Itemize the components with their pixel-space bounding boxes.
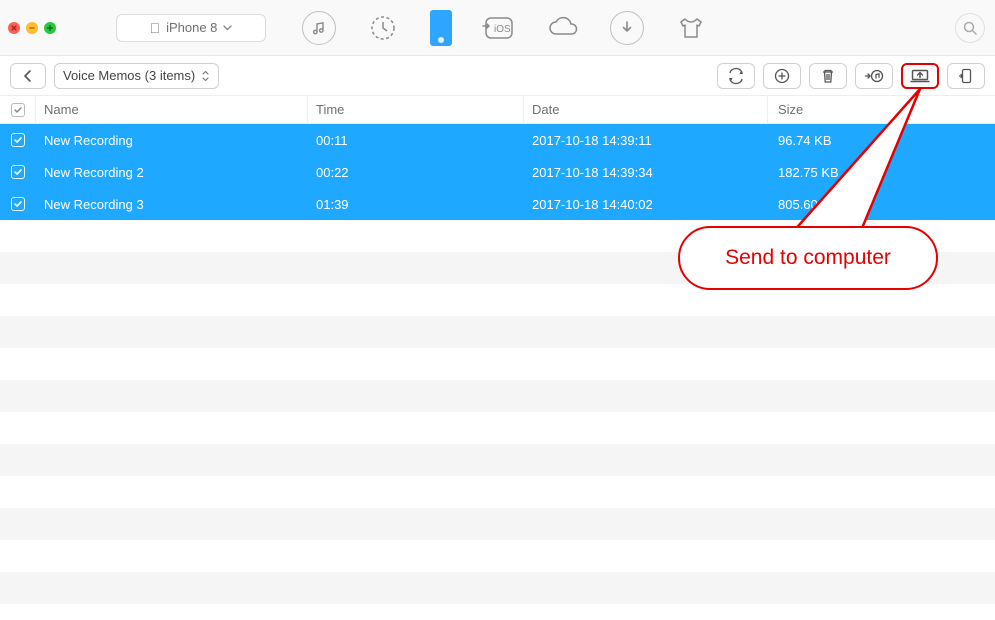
row-size: 96.74 KB bbox=[768, 124, 995, 156]
device-selector[interactable]:  iPhone 8 bbox=[116, 14, 266, 42]
device-tab-icon[interactable] bbox=[430, 10, 452, 46]
row-time: 01:39 bbox=[308, 188, 524, 220]
add-button[interactable] bbox=[763, 63, 801, 89]
search-button[interactable] bbox=[955, 13, 985, 43]
back-button[interactable] bbox=[10, 63, 46, 89]
row-date: 2017-10-18 14:39:34 bbox=[524, 156, 768, 188]
action-buttons bbox=[717, 63, 985, 89]
close-window-button[interactable] bbox=[8, 22, 20, 34]
download-icon[interactable] bbox=[610, 11, 644, 45]
row-date: 2017-10-18 14:39:11 bbox=[524, 124, 768, 156]
breadcrumb[interactable]: Voice Memos (3 items) bbox=[54, 63, 219, 89]
to-device-button[interactable] bbox=[947, 63, 985, 89]
table-row[interactable]: New Recording00:112017-10-18 14:39:1196.… bbox=[0, 124, 995, 156]
svg-text:iOS: iOS bbox=[494, 24, 511, 35]
nav-icons: iOS bbox=[302, 10, 708, 46]
music-icon[interactable] bbox=[302, 11, 336, 45]
table-header: Name Time Date Size bbox=[0, 96, 995, 124]
select-all-checkbox[interactable] bbox=[0, 96, 36, 123]
breadcrumb-label: Voice Memos (3 items) bbox=[63, 68, 195, 83]
row-checkbox[interactable] bbox=[0, 124, 36, 156]
column-header-time[interactable]: Time bbox=[308, 96, 524, 123]
history-icon[interactable] bbox=[366, 11, 400, 45]
row-checkbox[interactable] bbox=[0, 188, 36, 220]
row-time: 00:11 bbox=[308, 124, 524, 156]
table-body: New Recording00:112017-10-18 14:39:1196.… bbox=[0, 124, 995, 220]
column-header-size[interactable]: Size bbox=[768, 96, 995, 123]
minimize-window-button[interactable] bbox=[26, 22, 38, 34]
refresh-button[interactable] bbox=[717, 63, 755, 89]
row-time: 00:22 bbox=[308, 156, 524, 188]
delete-button[interactable] bbox=[809, 63, 847, 89]
row-size: 805.60 KB bbox=[768, 188, 995, 220]
row-size: 182.75 KB bbox=[768, 156, 995, 188]
row-name: New Recording bbox=[36, 124, 308, 156]
chevron-down-icon bbox=[223, 25, 232, 31]
maximize-window-button[interactable] bbox=[44, 22, 56, 34]
column-header-date[interactable]: Date bbox=[524, 96, 768, 123]
to-itunes-button[interactable] bbox=[855, 63, 893, 89]
send-to-computer-button[interactable] bbox=[901, 63, 939, 89]
tshirt-icon[interactable] bbox=[674, 11, 708, 45]
row-name: New Recording 2 bbox=[36, 156, 308, 188]
to-ios-icon[interactable]: iOS bbox=[482, 11, 516, 45]
cloud-icon[interactable] bbox=[546, 11, 580, 45]
row-name: New Recording 3 bbox=[36, 188, 308, 220]
row-checkbox[interactable] bbox=[0, 156, 36, 188]
device-name: iPhone 8 bbox=[166, 20, 217, 35]
table-row[interactable]: New Recording 301:392017-10-18 14:40:028… bbox=[0, 188, 995, 220]
table-row[interactable]: New Recording 200:222017-10-18 14:39:341… bbox=[0, 156, 995, 188]
sub-toolbar: Voice Memos (3 items) bbox=[0, 56, 995, 96]
top-toolbar:  iPhone 8 iOS bbox=[0, 0, 995, 56]
annotation-label: Send to computer bbox=[725, 246, 891, 270]
window-controls bbox=[8, 22, 56, 34]
apple-icon:  bbox=[150, 20, 161, 36]
column-header-name[interactable]: Name bbox=[36, 96, 308, 123]
sort-chevrons-icon bbox=[201, 69, 210, 83]
row-date: 2017-10-18 14:40:02 bbox=[524, 188, 768, 220]
annotation-callout: Send to computer bbox=[678, 226, 938, 290]
